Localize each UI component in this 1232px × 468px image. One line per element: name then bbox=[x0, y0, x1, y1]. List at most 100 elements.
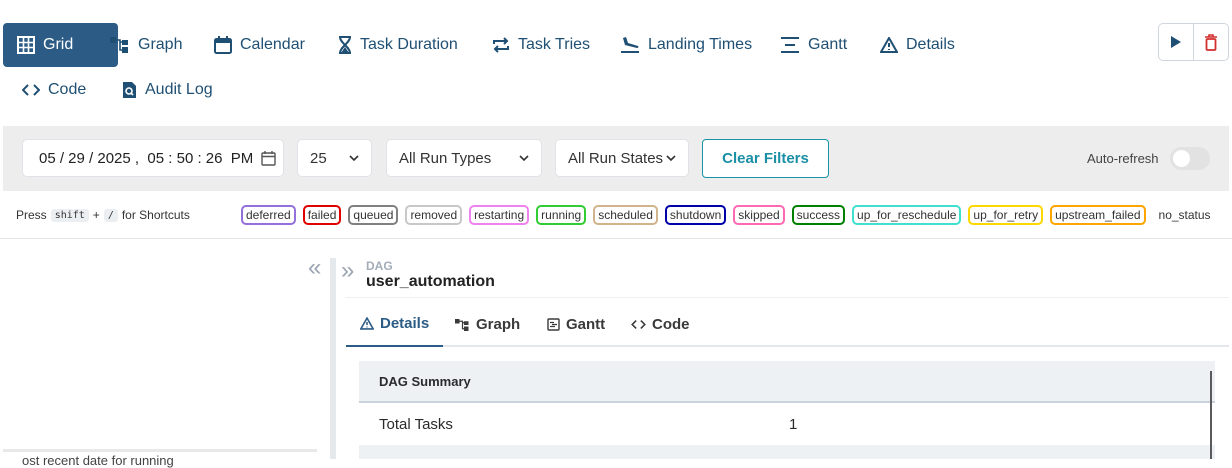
repeat-icon bbox=[493, 37, 509, 53]
run-type-value: All Run Types bbox=[399, 149, 492, 167]
breadcrumb-kind: DAG bbox=[366, 259, 393, 273]
num-runs-value: 25 bbox=[310, 149, 327, 167]
dag-id-title[interactable]: user_automation bbox=[366, 273, 495, 291]
gantt-icon bbox=[781, 37, 799, 53]
nav-task-duration-label: Task Duration bbox=[360, 36, 458, 53]
legend-row: Press shift + / for Shortcuts deferred fa… bbox=[0, 192, 1232, 239]
state-chip-upstream-failed[interactable]: upstream_failed bbox=[1050, 205, 1146, 225]
details-tabs: Details Graph Gantt Code bbox=[346, 302, 1229, 347]
state-chip-restarting[interactable]: restarting bbox=[469, 205, 530, 225]
state-chip-skipped[interactable]: skipped bbox=[733, 205, 785, 225]
shortcut-hint: Press shift + / for Shortcuts bbox=[16, 208, 190, 222]
shift-key: shift bbox=[50, 208, 89, 222]
tab-details-label: Details bbox=[380, 315, 430, 332]
nav-calendar[interactable]: Calendar bbox=[200, 23, 319, 67]
graph-icon bbox=[455, 318, 469, 331]
nav-calendar-label: Calendar bbox=[240, 36, 305, 53]
tab-gantt-label: Gantt bbox=[566, 316, 606, 333]
run-type-select[interactable]: All Run Types bbox=[386, 139, 542, 177]
total-tasks-label: Total Tasks bbox=[379, 415, 453, 433]
grid-scroll-bar[interactable] bbox=[3, 449, 317, 452]
shortcut-plus: + bbox=[92, 208, 100, 222]
nav-details-label: Details bbox=[906, 36, 955, 53]
run-state-select[interactable]: All Run States bbox=[555, 139, 689, 177]
state-chip-failed[interactable]: failed bbox=[302, 205, 342, 225]
grid-icon bbox=[17, 36, 35, 54]
filter-bar: 05 / 29 / 2025 , 05 : 50 : 26 PM 25 All … bbox=[3, 126, 1229, 191]
expand-details-icon[interactable]: » bbox=[341, 259, 354, 283]
dag-summary-header: DAG Summary bbox=[359, 361, 1215, 403]
nav-details[interactable]: Details bbox=[866, 23, 969, 67]
state-chip-deferred[interactable]: deferred bbox=[241, 205, 296, 225]
base-date-value: 05 / 29 / 2025 , 05 : 50 : 26 PM bbox=[39, 149, 254, 167]
nav-gantt[interactable]: Gantt bbox=[766, 23, 861, 67]
clear-filters-button[interactable]: Clear Filters bbox=[702, 139, 829, 178]
state-chip-success[interactable]: success bbox=[791, 205, 846, 225]
state-chip-no-status[interactable]: no_status bbox=[1152, 205, 1216, 225]
gantt-chart-icon bbox=[547, 318, 560, 331]
shortcut-suffix: for Shortcuts bbox=[121, 208, 190, 222]
nav-audit-log-label: Audit Log bbox=[145, 81, 213, 98]
plane-landing-icon bbox=[621, 37, 639, 53]
play-icon bbox=[1171, 36, 1181, 48]
grid-footer-text: ost recent date for running bbox=[22, 453, 174, 468]
dag-summary-table: DAG Summary Total Tasks 1 bbox=[359, 361, 1215, 459]
tab-details[interactable]: Details bbox=[346, 302, 444, 347]
table-row bbox=[359, 445, 1215, 459]
file-search-icon bbox=[123, 82, 136, 98]
nav-task-tries[interactable]: Task Tries bbox=[478, 23, 604, 67]
num-runs-select[interactable]: 25 bbox=[297, 139, 372, 177]
tab-gantt[interactable]: Gantt bbox=[547, 302, 605, 347]
code-icon bbox=[631, 320, 646, 329]
table-scroll-edge bbox=[1210, 371, 1212, 459]
header-divider bbox=[345, 297, 1229, 298]
graph-icon bbox=[110, 37, 128, 53]
view-nav: Grid Graph Calendar Task Duration Task T… bbox=[0, 0, 1232, 125]
state-chip-removed[interactable]: removed bbox=[405, 205, 463, 225]
calendar-small-icon[interactable] bbox=[261, 150, 277, 166]
base-date-input[interactable]: 05 / 29 / 2025 , 05 : 50 : 26 PM bbox=[22, 139, 284, 177]
state-chip-running[interactable]: running bbox=[536, 205, 587, 225]
nav-gantt-label: Gantt bbox=[808, 36, 848, 53]
nav-task-tries-label: Task Tries bbox=[518, 36, 591, 53]
state-legend: deferred failed queued removed restarting run… bbox=[241, 205, 1216, 225]
trash-icon bbox=[1205, 33, 1217, 51]
chevron-down-icon bbox=[519, 155, 529, 161]
state-chip-scheduled[interactable]: scheduled bbox=[593, 205, 658, 225]
trigger-dag-button[interactable] bbox=[1159, 24, 1193, 60]
auto-refresh-label: Auto-refresh bbox=[1087, 151, 1159, 166]
nav-task-duration[interactable]: Task Duration bbox=[324, 23, 472, 67]
pane-resize-handle[interactable] bbox=[330, 258, 336, 459]
state-chip-up-for-retry[interactable]: up_for_retry bbox=[968, 205, 1044, 225]
state-chip-up-for-reschedule[interactable]: up_for_reschedule bbox=[852, 205, 962, 225]
nav-graph-label: Graph bbox=[138, 36, 183, 53]
dag-actions bbox=[1158, 23, 1229, 61]
tab-graph-label: Graph bbox=[476, 316, 521, 333]
calendar-icon bbox=[214, 36, 232, 54]
table-row: Total Tasks 1 bbox=[359, 403, 1215, 445]
hourglass-icon bbox=[339, 36, 351, 54]
delete-dag-button[interactable] bbox=[1193, 24, 1228, 60]
tab-graph[interactable]: Graph bbox=[455, 302, 520, 347]
state-chip-shutdown[interactable]: shutdown bbox=[664, 205, 727, 225]
toggle-knob bbox=[1173, 150, 1190, 167]
code-icon bbox=[22, 84, 40, 96]
collapse-grid-icon[interactable]: « bbox=[308, 256, 321, 280]
nav-code-label: Code bbox=[48, 81, 87, 98]
tab-code[interactable]: Code bbox=[631, 302, 690, 347]
nav-graph[interactable]: Graph bbox=[96, 23, 196, 67]
nav-landing-times[interactable]: Landing Times bbox=[606, 23, 766, 67]
chevron-down-icon bbox=[666, 155, 676, 161]
grid-pane: ost recent date for running bbox=[0, 240, 318, 468]
tab-code-label: Code bbox=[652, 316, 690, 333]
nav-code[interactable]: Code bbox=[8, 68, 100, 112]
state-chip-queued[interactable]: queued bbox=[348, 205, 399, 225]
shortcut-press: Press bbox=[16, 208, 47, 222]
nav-grid-label: Grid bbox=[43, 36, 74, 53]
nav-audit-log[interactable]: Audit Log bbox=[108, 68, 227, 112]
warning-triangle-icon bbox=[880, 37, 898, 53]
auto-refresh-toggle[interactable] bbox=[1170, 147, 1210, 170]
slash-key: / bbox=[103, 208, 118, 222]
chevron-down-icon bbox=[349, 155, 359, 161]
run-state-value: All Run States bbox=[568, 149, 664, 167]
